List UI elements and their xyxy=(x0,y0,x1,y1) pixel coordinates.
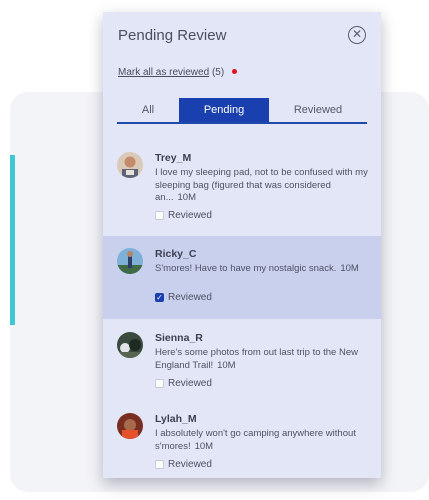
panel-title: Pending Review xyxy=(118,27,227,44)
checkbox-icon[interactable] xyxy=(155,379,164,388)
message-text: I love my sleeping pad, not to be confus… xyxy=(155,167,368,203)
timestamp: 10M xyxy=(340,263,359,274)
username[interactable]: Sienna_R xyxy=(155,332,203,344)
avatar xyxy=(117,152,143,178)
timestamp: 10M xyxy=(194,440,214,452)
reviewed-checkbox[interactable]: Reviewed xyxy=(155,459,212,470)
close-icon[interactable]: ✕ xyxy=(348,26,366,44)
pending-count: (5) xyxy=(211,67,225,78)
tab-all[interactable]: All xyxy=(117,98,179,122)
message-text: S'mores! Have to have my nostalgic snack… xyxy=(155,263,359,274)
username[interactable]: Trey_M xyxy=(155,152,191,164)
reviewed-label: Reviewed xyxy=(168,378,212,389)
checkbox-icon[interactable] xyxy=(155,211,164,220)
pending-review-panel: Pending Review ✕ Mark all as reviewed (5… xyxy=(103,12,381,478)
tab-pending[interactable]: Pending xyxy=(179,98,269,122)
timestamp: 10M xyxy=(177,192,196,203)
reviewed-checkbox[interactable]: ✓ Reviewed xyxy=(155,292,212,303)
avatar xyxy=(117,413,143,439)
list-item[interactable]: Ricky_C S'mores! Have to have my nostalg… xyxy=(103,236,381,319)
reviewed-label: Reviewed xyxy=(168,292,212,303)
tab-reviewed[interactable]: Reviewed xyxy=(269,98,367,122)
mark-all-reviewed-link[interactable]: Mark all as reviewed xyxy=(118,67,209,78)
accent-bar xyxy=(10,155,15,325)
username[interactable]: Lylah_M xyxy=(155,413,197,425)
username[interactable]: Ricky_C xyxy=(155,248,196,260)
reviewed-checkbox[interactable]: Reviewed xyxy=(155,378,212,389)
mark-all-row: Mark all as reviewed (5) xyxy=(118,67,237,78)
timestamp: 10M xyxy=(217,359,236,371)
checkbox-checked-icon[interactable]: ✓ xyxy=(155,293,164,302)
avatar xyxy=(117,248,143,274)
list-item[interactable]: Sienna_R Here's some photos from out las… xyxy=(103,319,381,401)
message-text: Here's some photos from out last trip to… xyxy=(155,347,358,371)
message-text: I absolutely won't go camping anywhere w… xyxy=(155,428,356,452)
reviewed-label: Reviewed xyxy=(168,459,212,470)
filter-tabs: All Pending Reviewed xyxy=(117,98,367,124)
list-item[interactable]: Lylah_M I absolutely won't go camping an… xyxy=(103,401,381,478)
list-item[interactable]: Trey_M I love my sleeping pad, not to be… xyxy=(103,140,381,232)
reviewed-label: Reviewed xyxy=(168,210,212,221)
checkbox-icon[interactable] xyxy=(155,460,164,469)
unread-dot-icon xyxy=(231,69,237,74)
reviewed-checkbox[interactable]: Reviewed xyxy=(155,210,212,221)
avatar xyxy=(117,332,143,358)
